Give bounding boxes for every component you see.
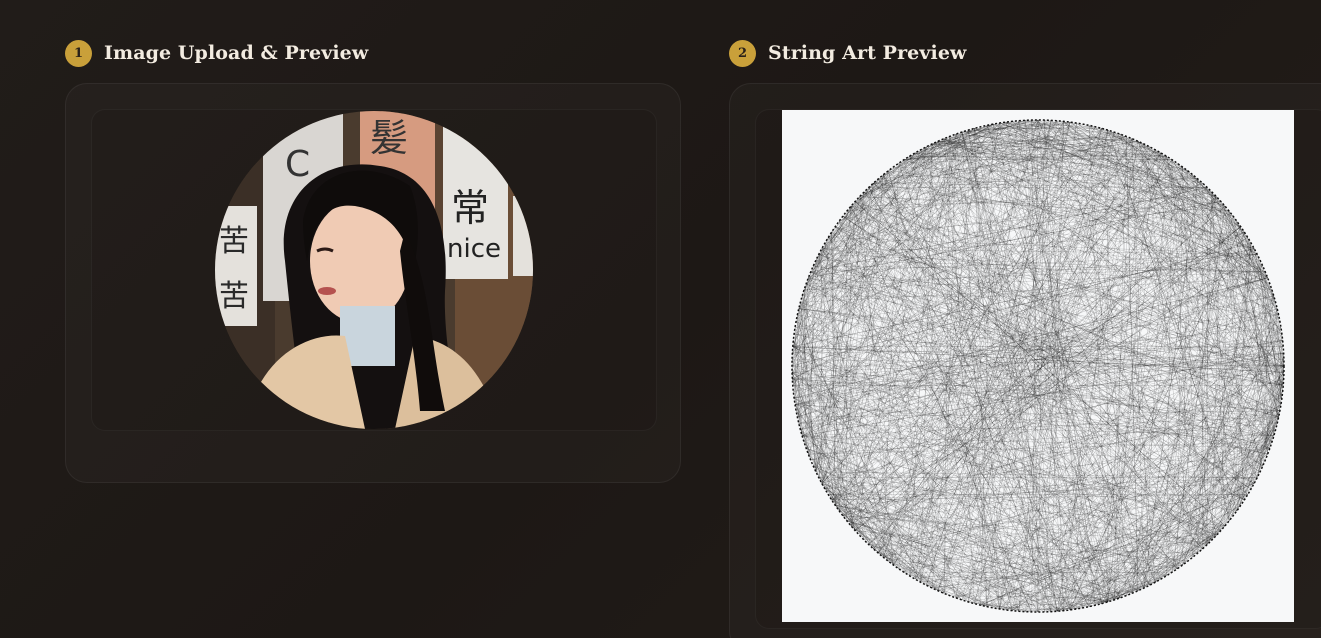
string-art-container (755, 109, 1321, 629)
section-header-string-art: 2 String Art Preview (729, 38, 966, 68)
upload-card: 苦 苦 C 髪 常 nice (65, 83, 681, 483)
step-badge-2: 2 (729, 39, 756, 67)
portrait-photo: 苦 苦 C 髪 常 nice (215, 111, 533, 429)
svg-text:苦: 苦 (219, 224, 249, 259)
step-badge-1: 1 (65, 39, 92, 67)
svg-text:C: C (285, 144, 310, 185)
section-header-upload: 1 Image Upload & Preview (65, 38, 368, 68)
uploaded-image-preview: 苦 苦 C 髪 常 nice (215, 111, 533, 429)
string-art-render (791, 119, 1285, 613)
svg-text:髪: 髪 (370, 116, 408, 160)
string-art-canvas (782, 110, 1294, 622)
section-title-upload: Image Upload & Preview (104, 42, 369, 64)
upload-dropzone[interactable]: 苦 苦 C 髪 常 nice (91, 109, 657, 431)
sign-text-nice: nice (447, 234, 501, 264)
string-threads (791, 119, 1285, 613)
svg-text:苦: 苦 (219, 279, 249, 314)
string-art-card (729, 83, 1321, 638)
section-title-string-art: String Art Preview (768, 42, 967, 64)
svg-text:常: 常 (451, 186, 489, 230)
